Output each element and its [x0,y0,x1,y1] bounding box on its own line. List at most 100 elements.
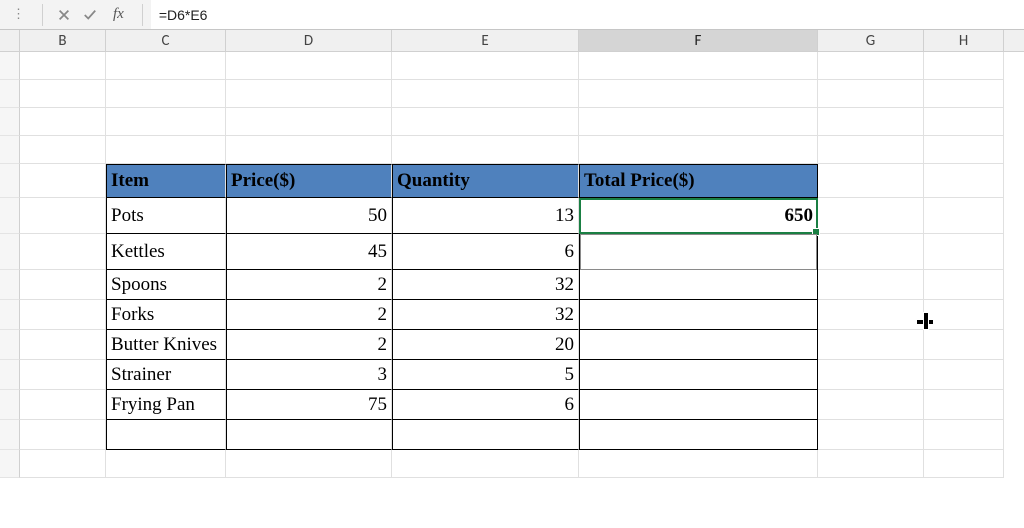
cell[interactable] [924,270,1004,300]
cell[interactable] [924,330,1004,360]
cell[interactable] [579,80,818,108]
cell[interactable] [818,390,924,420]
cell[interactable] [20,198,106,234]
cell-qty[interactable]: 20 [392,330,579,360]
cell[interactable] [924,450,1004,478]
cell[interactable] [106,80,226,108]
col-header-E[interactable]: E [392,30,579,51]
col-header-C[interactable]: C [106,30,226,51]
cell[interactable] [392,136,579,164]
cell[interactable] [818,52,924,80]
cell-price[interactable]: 2 [226,330,392,360]
cell[interactable] [226,108,392,136]
cell[interactable] [924,300,1004,330]
cell[interactable] [818,198,924,234]
cell[interactable] [579,420,818,450]
cell-price[interactable]: 45 [226,234,392,270]
cell[interactable] [20,80,106,108]
cell[interactable] [924,136,1004,164]
cell[interactable] [392,450,579,478]
cell-total[interactable] [579,234,818,270]
col-header-D[interactable]: D [226,30,392,51]
cell[interactable] [579,52,818,80]
cell[interactable] [226,136,392,164]
cell[interactable] [226,52,392,80]
cell-total[interactable] [579,300,818,330]
cell-price[interactable]: 50 [226,198,392,234]
cell[interactable] [924,198,1004,234]
cell[interactable] [20,360,106,390]
cell[interactable] [818,360,924,390]
cell-item[interactable]: Strainer [106,360,226,390]
cell[interactable] [924,108,1004,136]
select-all-corner[interactable] [0,30,20,51]
cell[interactable] [924,164,1004,198]
confirm-icon[interactable] [81,6,99,24]
cell[interactable] [106,108,226,136]
cell-item[interactable]: Kettles [106,234,226,270]
cell[interactable] [20,330,106,360]
cell[interactable] [226,420,392,450]
cell[interactable] [818,450,924,478]
cell-qty[interactable]: 13 [392,198,579,234]
cell[interactable] [20,300,106,330]
table-header-qty[interactable]: Quantity [392,164,579,198]
cell[interactable] [392,420,579,450]
cell-total[interactable] [579,390,818,420]
formula-input[interactable] [151,0,1024,29]
cell-total[interactable] [579,270,818,300]
cell-price[interactable]: 2 [226,300,392,330]
cell[interactable] [106,136,226,164]
cell[interactable] [20,450,106,478]
cell[interactable] [924,52,1004,80]
spreadsheet-grid[interactable]: B C D E F G H Item Price($) Quantity Tot… [0,30,1024,528]
cell[interactable] [20,52,106,80]
cell[interactable] [392,108,579,136]
cell[interactable] [818,270,924,300]
cell[interactable] [818,108,924,136]
cell-total[interactable] [579,360,818,390]
fx-button[interactable]: fx [107,6,130,23]
col-header-G[interactable]: G [818,30,924,51]
cell[interactable] [924,234,1004,270]
cell[interactable] [924,360,1004,390]
cell[interactable] [924,420,1004,450]
cell[interactable] [392,52,579,80]
cell-item[interactable]: Spoons [106,270,226,300]
cell[interactable] [818,164,924,198]
cell-item[interactable]: Forks [106,300,226,330]
cell[interactable] [20,270,106,300]
cell[interactable] [106,450,226,478]
cell[interactable] [106,52,226,80]
cell[interactable] [20,234,106,270]
cell[interactable] [20,108,106,136]
cell-qty[interactable]: 32 [392,300,579,330]
cell[interactable] [818,420,924,450]
col-header-B[interactable]: B [20,30,106,51]
cell[interactable] [818,300,924,330]
cell[interactable] [818,80,924,108]
cell[interactable] [20,420,106,450]
cell-total[interactable] [579,330,818,360]
cell[interactable] [818,136,924,164]
table-header-item[interactable]: Item [106,164,226,198]
cell-price[interactable]: 2 [226,270,392,300]
cancel-icon[interactable] [55,6,73,24]
cell[interactable] [106,420,226,450]
cell-item[interactable]: Butter Knives [106,330,226,360]
cell[interactable] [20,136,106,164]
col-header-F[interactable]: F [579,30,818,51]
cell[interactable] [924,80,1004,108]
cell-qty[interactable]: 32 [392,270,579,300]
cell-price[interactable]: 3 [226,360,392,390]
cell[interactable] [579,136,818,164]
cell[interactable] [579,450,818,478]
cell-qty[interactable]: 6 [392,390,579,420]
cell[interactable] [818,330,924,360]
cell-item[interactable]: Pots [106,198,226,234]
cell[interactable] [226,450,392,478]
table-header-price[interactable]: Price($) [226,164,392,198]
cell[interactable] [20,164,106,198]
cell-qty[interactable]: 5 [392,360,579,390]
cell[interactable] [392,80,579,108]
